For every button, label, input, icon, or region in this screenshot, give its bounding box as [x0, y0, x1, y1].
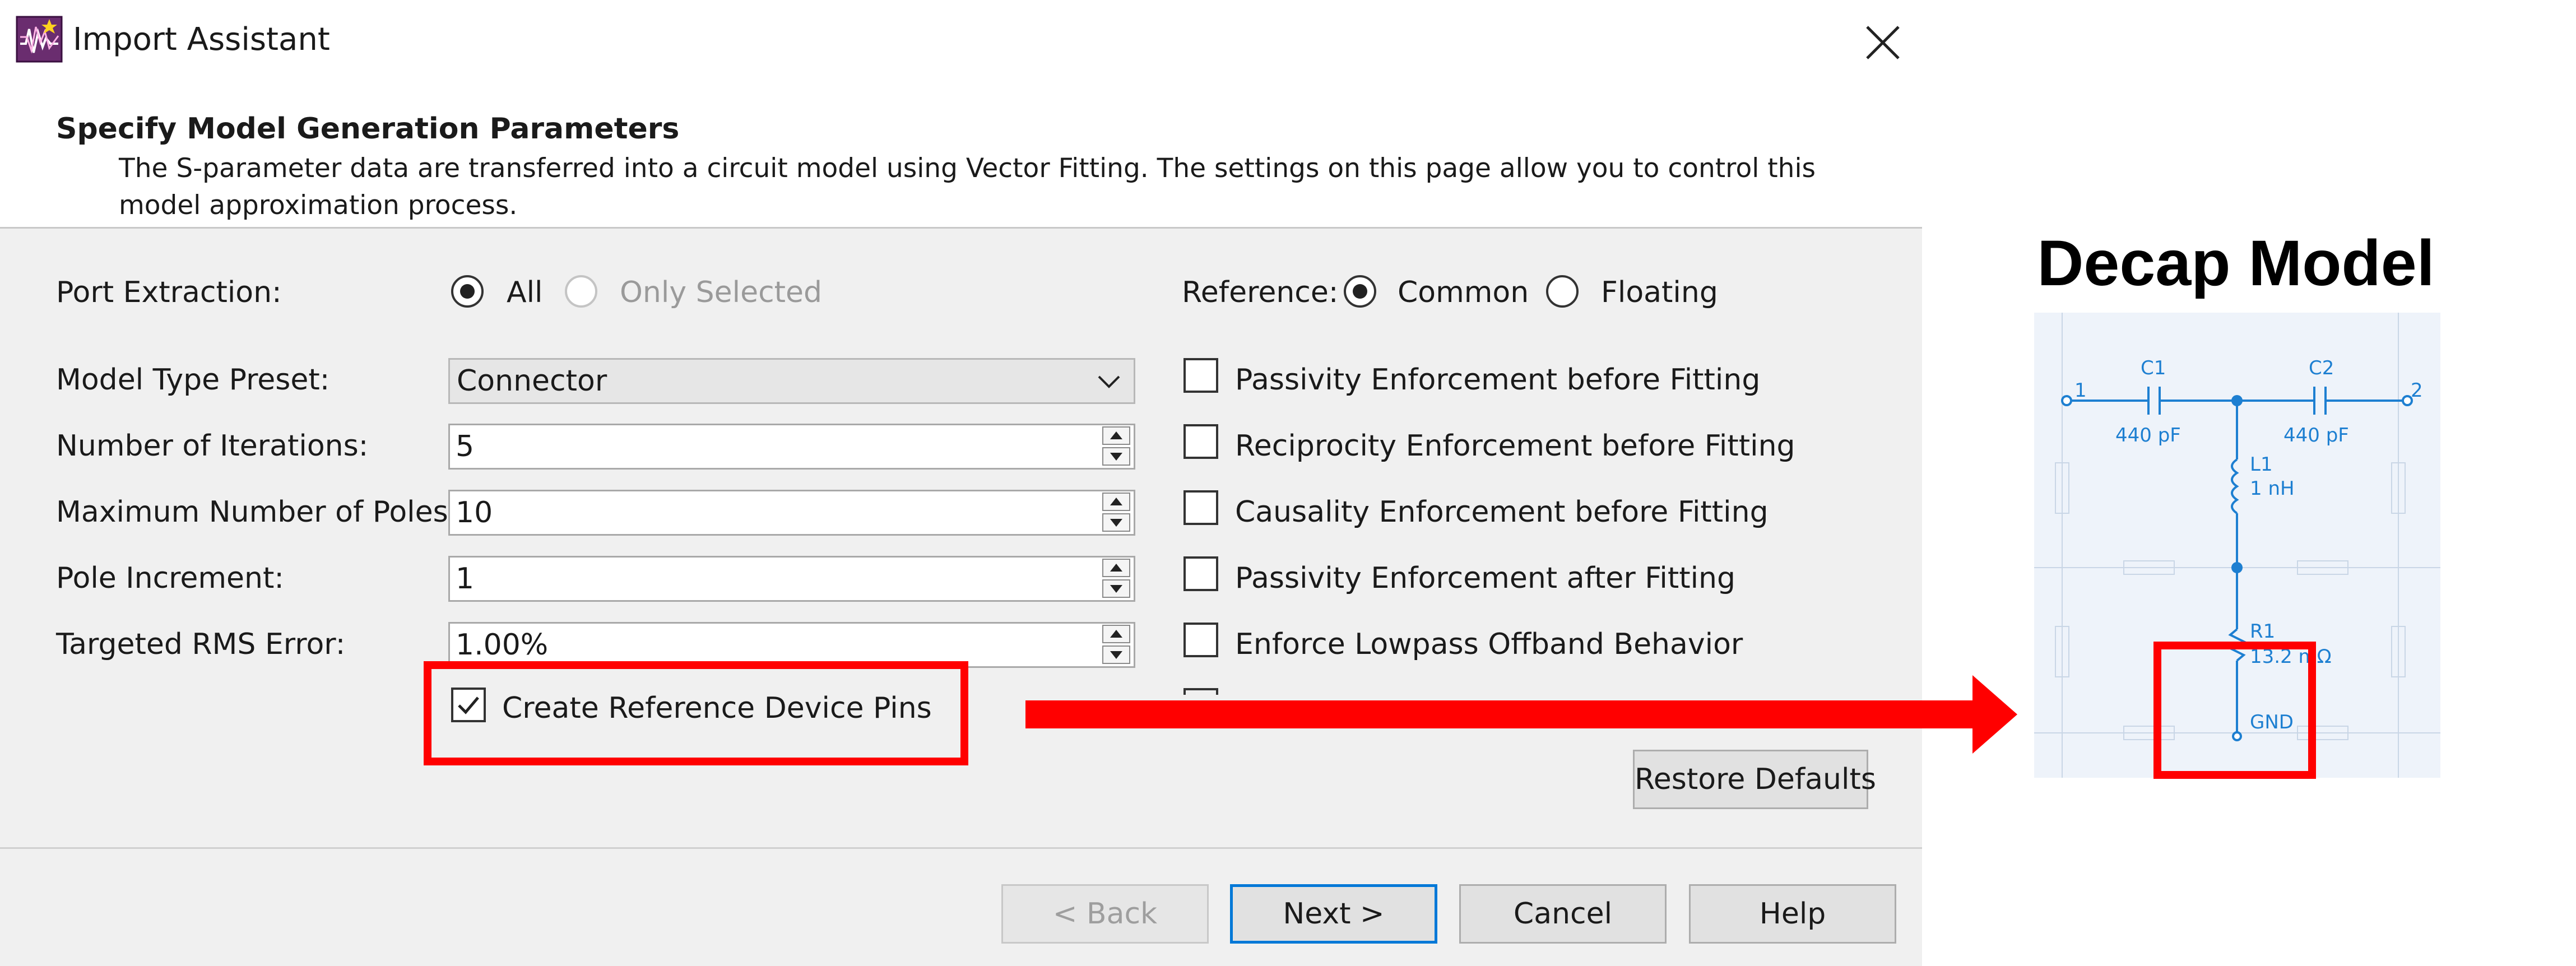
junction-dot [2231, 395, 2243, 406]
wizard-header: Specify Model Generation Parameters The … [0, 84, 1922, 227]
spin-down-button[interactable] [1102, 645, 1130, 664]
wizard-footer: < Back Next > Cancel Help [0, 849, 1922, 966]
radio-reference-common-label[interactable]: Common [1398, 276, 1529, 309]
import-assistant-dialog: Import Assistant Specify Model Generatio… [0, 0, 1922, 966]
rms-error-label: Targeted RMS Error: [56, 628, 346, 661]
pole-increment-value: 1 [456, 562, 475, 596]
spin-up-button[interactable] [1102, 493, 1130, 511]
iterations-spinner[interactable]: 5 [448, 424, 1135, 470]
c1-name: C1 [2141, 357, 2166, 379]
max-poles-spinner[interactable]: 10 [448, 490, 1135, 536]
spin-down-button[interactable] [1102, 579, 1130, 598]
spin-up-button[interactable] [1102, 559, 1130, 577]
iterations-value: 5 [456, 430, 475, 463]
c1-value: 440 pF [2115, 424, 2181, 447]
max-poles-value: 10 [456, 496, 493, 530]
cancel-button[interactable]: Cancel [1459, 884, 1667, 944]
lowpass-offband-label[interactable]: Enforce Lowpass Offband Behavior [1235, 628, 1743, 661]
c2-name: C2 [2309, 357, 2334, 379]
restore-defaults-button[interactable]: Restore Defaults [1633, 750, 1876, 809]
junction-dot [2231, 562, 2243, 573]
causality-before-label[interactable]: Causality Enforcement before Fitting [1235, 495, 1769, 529]
radio-port-only-selected-label[interactable]: Only Selected [620, 276, 822, 309]
passivity-after-label[interactable]: Passivity Enforcement after Fitting [1235, 561, 1735, 595]
r1-name: R1 [2250, 620, 2275, 643]
back-button[interactable]: < Back [1001, 884, 1209, 944]
page-title: Specify Model Generation Parameters [56, 112, 680, 146]
radio-selected-dot [460, 284, 475, 299]
passivity-before-label[interactable]: Passivity Enforcement before Fitting [1235, 363, 1760, 397]
app-waveform-icon [16, 16, 63, 63]
window-title: Import Assistant [73, 21, 330, 58]
model-type-label: Model Type Preset: [56, 363, 330, 397]
arrow-down-icon [1110, 519, 1122, 527]
pole-increment-spinner[interactable]: 1 [448, 556, 1135, 602]
arrow-down-icon [1110, 651, 1122, 659]
c2-value: 440 pF [2283, 424, 2349, 447]
highlight-box-reference-pins [424, 661, 968, 765]
l1-value: 1 nH [2250, 477, 2295, 500]
highlight-box-gnd [2153, 642, 2316, 779]
lowpass-offband-checkbox[interactable] [1183, 623, 1218, 657]
decap-model-title: Decap Model [2037, 227, 2435, 299]
radio-port-only-selected[interactable] [565, 275, 597, 308]
spin-up-button[interactable] [1102, 426, 1130, 445]
close-icon[interactable] [1862, 21, 1904, 64]
l1-name: L1 [2250, 453, 2273, 476]
arrow-down-icon [1110, 585, 1122, 593]
arrow-up-icon [1110, 431, 1122, 439]
reference-label: Reference: [1182, 276, 1339, 309]
title-bar: Import Assistant [0, 0, 1922, 84]
reciprocity-before-label[interactable]: Reciprocity Enforcement before Fitting [1235, 429, 1795, 463]
model-type-select[interactable]: Connector [448, 358, 1135, 404]
model-type-value: Connector [457, 364, 607, 398]
port1-label: 1 [2074, 379, 2087, 402]
pole-increment-label: Pole Increment: [56, 561, 284, 595]
spinner-buttons [1099, 491, 1134, 534]
radio-port-all-label[interactable]: All [507, 276, 542, 309]
causality-before-checkbox[interactable] [1183, 490, 1218, 525]
arrow-up-icon [1110, 630, 1122, 638]
radio-selected-dot [1353, 284, 1367, 299]
reciprocity-before-checkbox[interactable] [1183, 424, 1218, 459]
spin-up-button[interactable] [1102, 625, 1130, 643]
passivity-after-checkbox[interactable] [1183, 556, 1218, 591]
next-button[interactable]: Next > [1230, 884, 1437, 944]
iterations-label: Number of Iterations: [56, 429, 369, 463]
port2-label: 2 [2411, 379, 2423, 402]
help-button[interactable]: Help [1689, 884, 1896, 944]
chevron-down-icon [1098, 375, 1120, 388]
spinner-buttons [1099, 624, 1134, 666]
max-poles-label: Maximum Number of Poles: [56, 495, 458, 529]
radio-reference-floating[interactable] [1546, 275, 1579, 308]
page-description: The S-parameter data are transferred int… [119, 153, 1816, 221]
spin-down-button[interactable] [1102, 447, 1130, 466]
arrow-down-icon [1110, 453, 1122, 461]
rms-error-value: 1.00% [456, 628, 549, 662]
radio-reference-floating-label[interactable]: Floating [1601, 276, 1718, 309]
spinner-buttons [1099, 558, 1134, 600]
spin-down-button[interactable] [1102, 513, 1130, 532]
radio-reference-common[interactable] [1344, 275, 1376, 308]
port-extraction-label: Port Extraction: [56, 276, 282, 309]
arrow-up-icon [1110, 498, 1122, 505]
spinner-buttons [1099, 425, 1134, 468]
arrow-up-icon [1110, 564, 1122, 572]
red-arrow-annotation [1025, 675, 2017, 754]
radio-port-all[interactable] [451, 275, 484, 308]
passivity-before-checkbox[interactable] [1183, 358, 1218, 393]
